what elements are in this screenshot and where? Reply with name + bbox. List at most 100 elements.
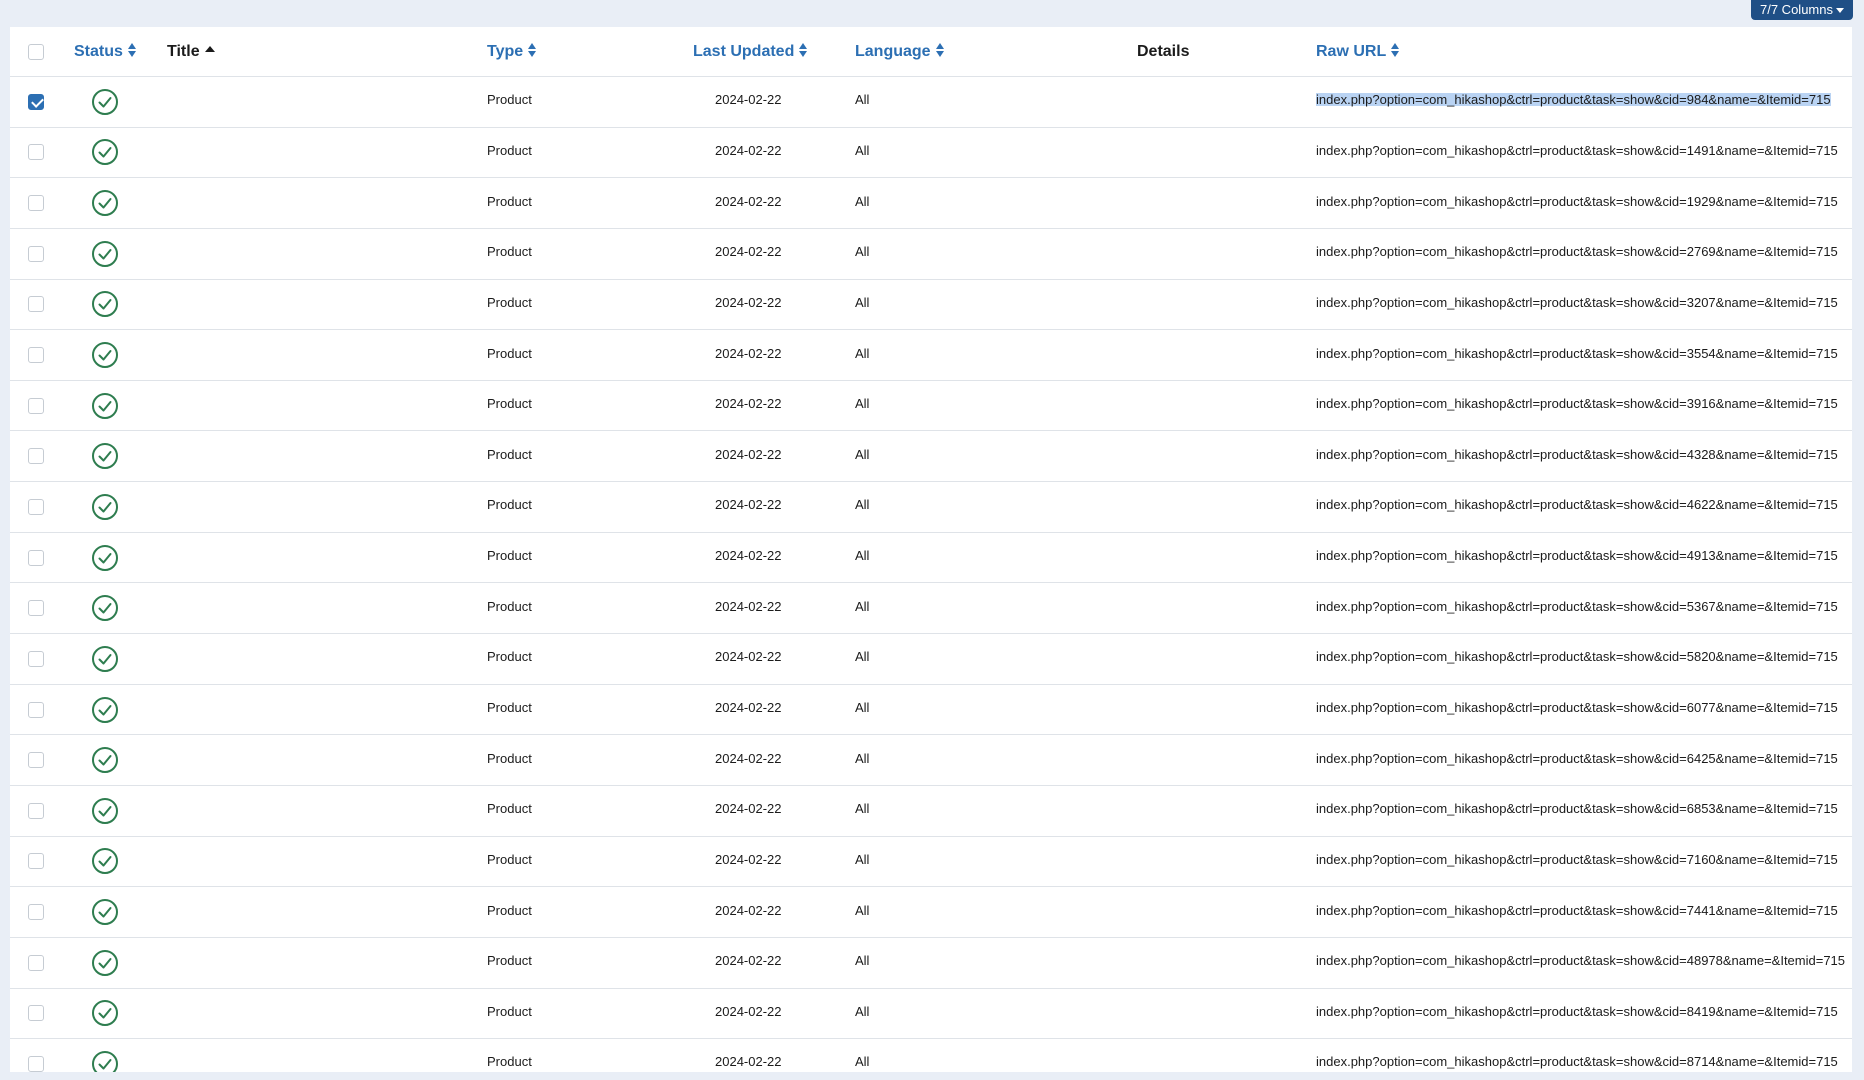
- check-circle-icon[interactable]: [91, 442, 119, 470]
- check-circle-icon[interactable]: [91, 797, 119, 825]
- last-updated-value: 2024-02-22: [715, 851, 782, 867]
- language-value: All: [855, 92, 870, 108]
- row-select-checkbox[interactable]: [28, 195, 44, 212]
- raw-url-value: index.php?option=com_hikashop&ctrl=produ…: [1316, 801, 1838, 817]
- language-cell: All: [855, 381, 869, 431]
- check-circle-icon[interactable]: [91, 290, 119, 318]
- row-select-checkbox[interactable]: [28, 448, 44, 465]
- table-row: Product 2024-02-22 All index.php?option=…: [10, 1039, 1852, 1072]
- type-cell: Product: [487, 735, 532, 785]
- language-value: All: [855, 497, 870, 513]
- columns-toggle-button[interactable]: 7/7 Columns: [1751, 0, 1853, 20]
- row-select-checkbox[interactable]: [28, 802, 44, 819]
- row-select-checkbox[interactable]: [28, 954, 44, 971]
- raw-url-value: index.php?option=com_hikashop&ctrl=produ…: [1316, 446, 1838, 462]
- sort-icon: [1391, 42, 1400, 57]
- row-select-checkbox[interactable]: [28, 549, 44, 566]
- last-updated-cell: 2024-02-22: [715, 229, 782, 279]
- last-updated-value: 2024-02-22: [715, 446, 782, 462]
- row-select-checkbox[interactable]: [28, 904, 44, 921]
- column-header-last-updated[interactable]: Last Updated: [693, 27, 808, 77]
- row-select-checkbox[interactable]: [28, 296, 44, 313]
- type-value: Product: [487, 142, 532, 158]
- check-circle-icon[interactable]: [91, 544, 119, 572]
- check-circle-icon[interactable]: [91, 1050, 119, 1072]
- row-select-checkbox[interactable]: [28, 144, 44, 161]
- column-header-title[interactable]: Title: [167, 27, 215, 77]
- language-value: All: [855, 142, 870, 158]
- type-value: Product: [487, 851, 532, 867]
- check-circle-icon[interactable]: [91, 999, 119, 1027]
- row-select-checkbox[interactable]: [28, 701, 44, 718]
- select-all-checkbox[interactable]: [28, 43, 44, 60]
- raw-url-cell: index.php?option=com_hikashop&ctrl=produ…: [1316, 533, 1838, 583]
- last-updated-cell: 2024-02-22: [715, 685, 782, 735]
- check-circle-icon[interactable]: [91, 240, 119, 268]
- last-updated-cell: 2024-02-22: [715, 77, 782, 127]
- raw-url-value: index.php?option=com_hikashop&ctrl=produ…: [1316, 193, 1838, 209]
- row-select-checkbox[interactable]: [28, 650, 44, 667]
- column-header-language[interactable]: Language: [855, 27, 945, 77]
- type-value: Product: [487, 92, 532, 108]
- raw-url-cell: index.php?option=com_hikashop&ctrl=produ…: [1316, 178, 1838, 228]
- type-value: Product: [487, 953, 532, 969]
- type-value: Product: [487, 497, 532, 513]
- row-select-checkbox[interactable]: [28, 245, 44, 262]
- last-updated-cell: 2024-02-22: [715, 178, 782, 228]
- row-select-checkbox[interactable]: [28, 853, 44, 870]
- table-row: Product 2024-02-22 All index.php?option=…: [10, 229, 1852, 280]
- row-select-checkbox[interactable]: [28, 498, 44, 515]
- last-updated-cell: 2024-02-22: [715, 989, 782, 1039]
- raw-url-value: index.php?option=com_hikashop&ctrl=produ…: [1316, 396, 1838, 412]
- language-cell: All: [855, 178, 869, 228]
- row-select-checkbox[interactable]: [28, 1005, 44, 1022]
- check-circle-icon[interactable]: [91, 949, 119, 977]
- language-value: All: [855, 345, 870, 361]
- type-value: Product: [487, 700, 532, 715]
- last-updated-cell: 2024-02-22: [715, 735, 782, 785]
- row-select-checkbox[interactable]: [28, 93, 44, 110]
- raw-url-value: index.php?option=com_hikashop&ctrl=produ…: [1316, 142, 1838, 158]
- column-header-status-label: Status: [74, 43, 123, 60]
- row-select-checkbox[interactable]: [28, 600, 44, 617]
- last-updated-value: 2024-02-22: [715, 1054, 782, 1070]
- type-cell: Product: [487, 685, 532, 735]
- row-select-checkbox[interactable]: [28, 397, 44, 414]
- language-cell: All: [855, 583, 869, 633]
- language-cell: All: [855, 330, 869, 380]
- check-circle-icon[interactable]: [91, 594, 119, 622]
- check-circle-icon[interactable]: [91, 746, 119, 774]
- check-circle-icon[interactable]: [91, 898, 119, 926]
- check-circle-icon[interactable]: [91, 645, 119, 673]
- check-circle-icon[interactable]: [91, 189, 119, 217]
- check-circle-icon[interactable]: [91, 493, 119, 521]
- raw-url-cell: index.php?option=com_hikashop&ctrl=produ…: [1316, 128, 1838, 178]
- row-select-checkbox[interactable]: [28, 752, 44, 769]
- last-updated-cell: 2024-02-22: [715, 1039, 782, 1072]
- type-cell: Product: [487, 938, 532, 988]
- row-select-checkbox[interactable]: [28, 1055, 44, 1072]
- columns-toggle-label: 7/7 Columns: [1760, 2, 1833, 17]
- check-circle-icon[interactable]: [91, 341, 119, 369]
- type-cell: Product: [487, 77, 532, 127]
- type-cell: Product: [487, 989, 532, 1039]
- language-cell: All: [855, 280, 869, 330]
- column-header-type[interactable]: Type: [487, 27, 537, 77]
- last-updated-cell: 2024-02-22: [715, 533, 782, 583]
- check-circle-icon[interactable]: [91, 392, 119, 420]
- row-select-checkbox[interactable]: [28, 347, 44, 364]
- column-header-status[interactable]: Status: [74, 27, 137, 77]
- check-circle-icon[interactable]: [91, 138, 119, 166]
- language-cell: All: [855, 1039, 869, 1072]
- table-row: Product 2024-02-22 All index.php?option=…: [10, 482, 1852, 533]
- check-circle-icon[interactable]: [91, 88, 119, 116]
- last-updated-value: 2024-02-22: [715, 497, 782, 513]
- check-circle-icon[interactable]: [91, 696, 119, 724]
- raw-url-cell: index.php?option=com_hikashop&ctrl=produ…: [1316, 735, 1838, 785]
- check-circle-icon[interactable]: [91, 847, 119, 875]
- column-header-raw-url[interactable]: Raw URL: [1316, 27, 1400, 77]
- type-value: Product: [487, 446, 532, 462]
- last-updated-value: 2024-02-22: [715, 700, 782, 715]
- last-updated-value: 2024-02-22: [715, 801, 782, 817]
- table-row: Product 2024-02-22 All index.php?option=…: [10, 330, 1852, 381]
